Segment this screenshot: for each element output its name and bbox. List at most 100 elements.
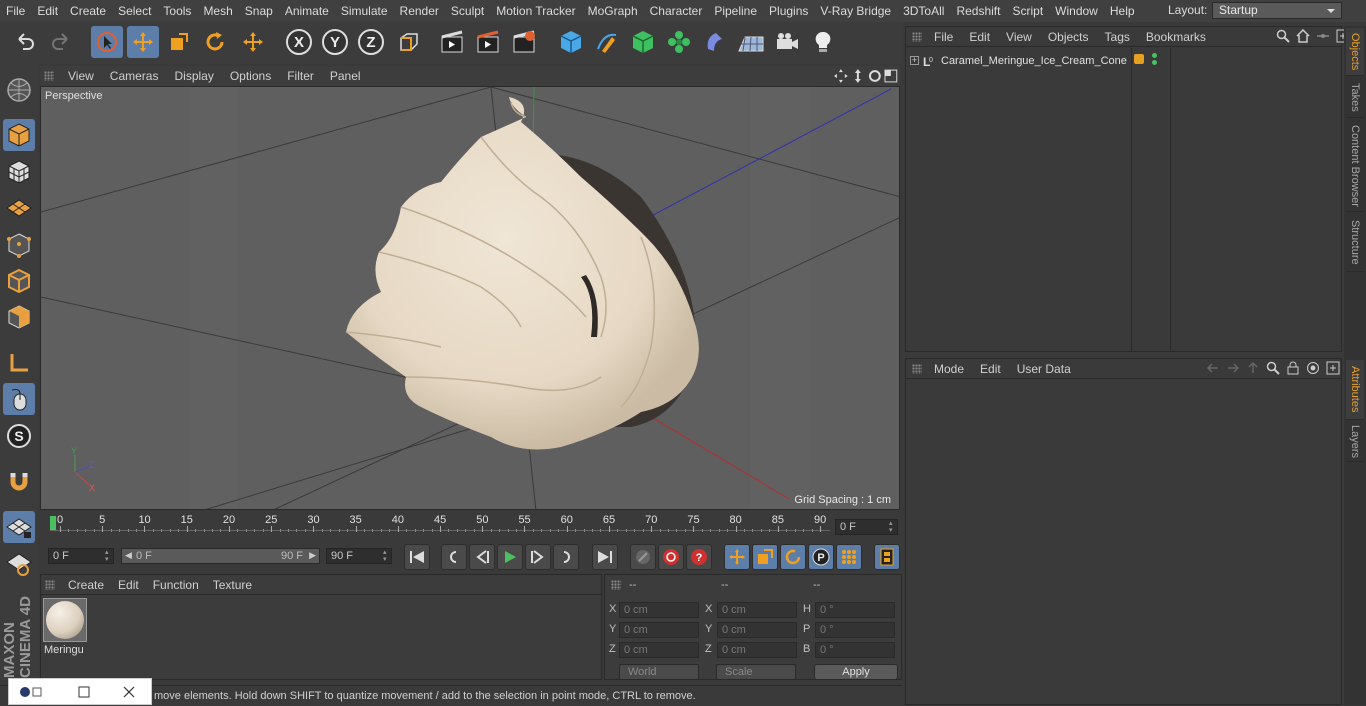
object-menu-file[interactable]: File: [926, 30, 961, 44]
size-mode-dropdown[interactable]: Scale: [716, 664, 796, 680]
arrow-right-icon[interactable]: [1226, 361, 1240, 375]
menu-tools[interactable]: Tools: [157, 4, 197, 18]
apply-button[interactable]: Apply: [814, 664, 898, 680]
attribute-menu-edit[interactable]: Edit: [972, 362, 1009, 376]
render-settings-button[interactable]: [508, 26, 540, 58]
keyframe-selection-button[interactable]: ?: [686, 544, 712, 570]
object-menu-bookmarks[interactable]: Bookmarks: [1138, 30, 1214, 44]
tab-layers[interactable]: Layers: [1346, 422, 1364, 462]
key-scale-button[interactable]: [752, 544, 778, 570]
transform-tool-button[interactable]: [237, 26, 269, 58]
cube-object-button[interactable]: [555, 26, 587, 58]
polygons-mode-button[interactable]: [3, 301, 35, 333]
menu-redshift[interactable]: Redshift: [950, 4, 1006, 18]
material-menu-texture[interactable]: Texture: [206, 578, 259, 592]
frame-range-slider[interactable]: ◀ 0 F 90 F ▶: [121, 548, 320, 564]
menu-sculpt[interactable]: Sculpt: [445, 4, 490, 18]
pen-spline-button[interactable]: [591, 26, 623, 58]
render-picture-viewer-button[interactable]: [472, 26, 504, 58]
subdivision-surface-button[interactable]: [627, 26, 659, 58]
coord-value-field[interactable]: 0 cm: [717, 602, 797, 618]
target-icon[interactable]: [1306, 361, 1320, 375]
undo-button[interactable]: [9, 26, 41, 58]
menu-animate[interactable]: Animate: [279, 4, 335, 18]
menu-render[interactable]: Render: [394, 4, 445, 18]
object-name[interactable]: Caramel_Meringue_Ice_Cream_Cone: [941, 55, 1127, 67]
start-frame-field[interactable]: 0 F: [48, 548, 114, 564]
attribute-menu-mode[interactable]: Mode: [926, 362, 972, 376]
dolly-icon[interactable]: [851, 68, 865, 83]
key-parameter-button[interactable]: P: [808, 544, 834, 570]
tweak-mode-button[interactable]: [3, 383, 35, 415]
tab-takes[interactable]: Takes: [1346, 78, 1364, 118]
coord-value-field[interactable]: 0 °: [815, 642, 895, 658]
scale-tool-button[interactable]: [163, 26, 195, 58]
object-row[interactable]: + L0 Caramel_Meringue_Ice_Cream_Cone: [908, 54, 1130, 70]
autokeying-button[interactable]: [658, 544, 684, 570]
viewport-menu-cameras[interactable]: Cameras: [102, 69, 167, 83]
previous-frame-button[interactable]: [469, 544, 495, 570]
maximize-view-icon[interactable]: [884, 69, 898, 83]
edges-mode-button[interactable]: [3, 265, 35, 297]
play-button[interactable]: [497, 544, 523, 570]
magnet-button[interactable]: [3, 466, 35, 498]
coord-value-field[interactable]: 0 cm: [619, 602, 699, 618]
menu-create[interactable]: Create: [64, 4, 112, 18]
record-keys-button[interactable]: [630, 544, 656, 570]
workplane-rotate-button[interactable]: [3, 548, 35, 580]
search-icon[interactable]: [1266, 361, 1280, 375]
arrow-up-icon[interactable]: [1246, 361, 1260, 375]
home-icon[interactable]: [1296, 29, 1310, 43]
menu-help[interactable]: Help: [1104, 4, 1141, 18]
coord-value-field[interactable]: 0 cm: [619, 622, 699, 638]
orbit-icon[interactable]: [868, 69, 882, 83]
menu-v-ray-bridge[interactable]: V-Ray Bridge: [814, 4, 897, 18]
material-menu-create[interactable]: Create: [61, 578, 111, 592]
menu-mograph[interactable]: MoGraph: [582, 4, 644, 18]
redo-button[interactable]: [45, 26, 77, 58]
maximize-icon[interactable]: [77, 685, 91, 699]
y-axis-lock-button[interactable]: Y: [319, 26, 351, 58]
coordinate-system-button[interactable]: [393, 26, 425, 58]
light-button[interactable]: [807, 26, 839, 58]
coord-value-field[interactable]: 0 cm: [619, 642, 699, 658]
lock-icon[interactable]: [1286, 361, 1300, 375]
menu-simulate[interactable]: Simulate: [335, 4, 394, 18]
expand-icon[interactable]: +: [910, 56, 919, 65]
viewport-menu-view[interactable]: View: [60, 69, 102, 83]
previous-key-button[interactable]: [441, 544, 467, 570]
tab-attributes[interactable]: Attributes: [1346, 360, 1364, 420]
tab-content-browser[interactable]: Content Browser: [1346, 120, 1364, 212]
render-visibility-dot[interactable]: [1152, 60, 1157, 65]
object-menu-tags[interactable]: Tags: [1097, 30, 1138, 44]
tab-structure[interactable]: Structure: [1346, 214, 1364, 272]
snap-button[interactable]: S: [3, 420, 35, 452]
coord-value-field[interactable]: 0 cm: [717, 642, 797, 658]
points-mode-button[interactable]: [3, 229, 35, 261]
current-frame-field[interactable]: 0 F: [835, 519, 898, 535]
move-tool-button[interactable]: [127, 26, 159, 58]
menu-motion-tracker[interactable]: Motion Tracker: [490, 4, 581, 18]
model-mode-button[interactable]: [3, 119, 35, 151]
coord-value-field[interactable]: 0 cm: [717, 622, 797, 638]
rotate-tool-button[interactable]: [199, 26, 231, 58]
material-menu-function[interactable]: Function: [146, 578, 206, 592]
editor-visibility-dot[interactable]: [1152, 53, 1157, 58]
go-to-end-button[interactable]: [592, 544, 618, 570]
workplane-lock-button[interactable]: [3, 511, 35, 543]
next-frame-button[interactable]: [525, 544, 551, 570]
viewport-menu-options[interactable]: Options: [222, 69, 279, 83]
3d-viewport[interactable]: Y Z X Perspective Grid Spacing : 1 cm: [40, 86, 900, 510]
key-rotation-button[interactable]: [780, 544, 806, 570]
camera-button[interactable]: [771, 26, 803, 58]
object-menu-edit[interactable]: Edit: [961, 30, 998, 44]
viewport-menu-filter[interactable]: Filter: [279, 69, 322, 83]
object-menu-objects[interactable]: Objects: [1040, 30, 1097, 44]
menu-window[interactable]: Window: [1049, 4, 1104, 18]
material-swatch[interactable]: Meringu: [43, 598, 87, 658]
object-menu-view[interactable]: View: [998, 30, 1040, 44]
menu-script[interactable]: Script: [1006, 4, 1049, 18]
next-key-button[interactable]: [553, 544, 579, 570]
coordinate-space-dropdown[interactable]: World: [619, 664, 699, 680]
layer-color-swatch[interactable]: [1134, 54, 1144, 64]
